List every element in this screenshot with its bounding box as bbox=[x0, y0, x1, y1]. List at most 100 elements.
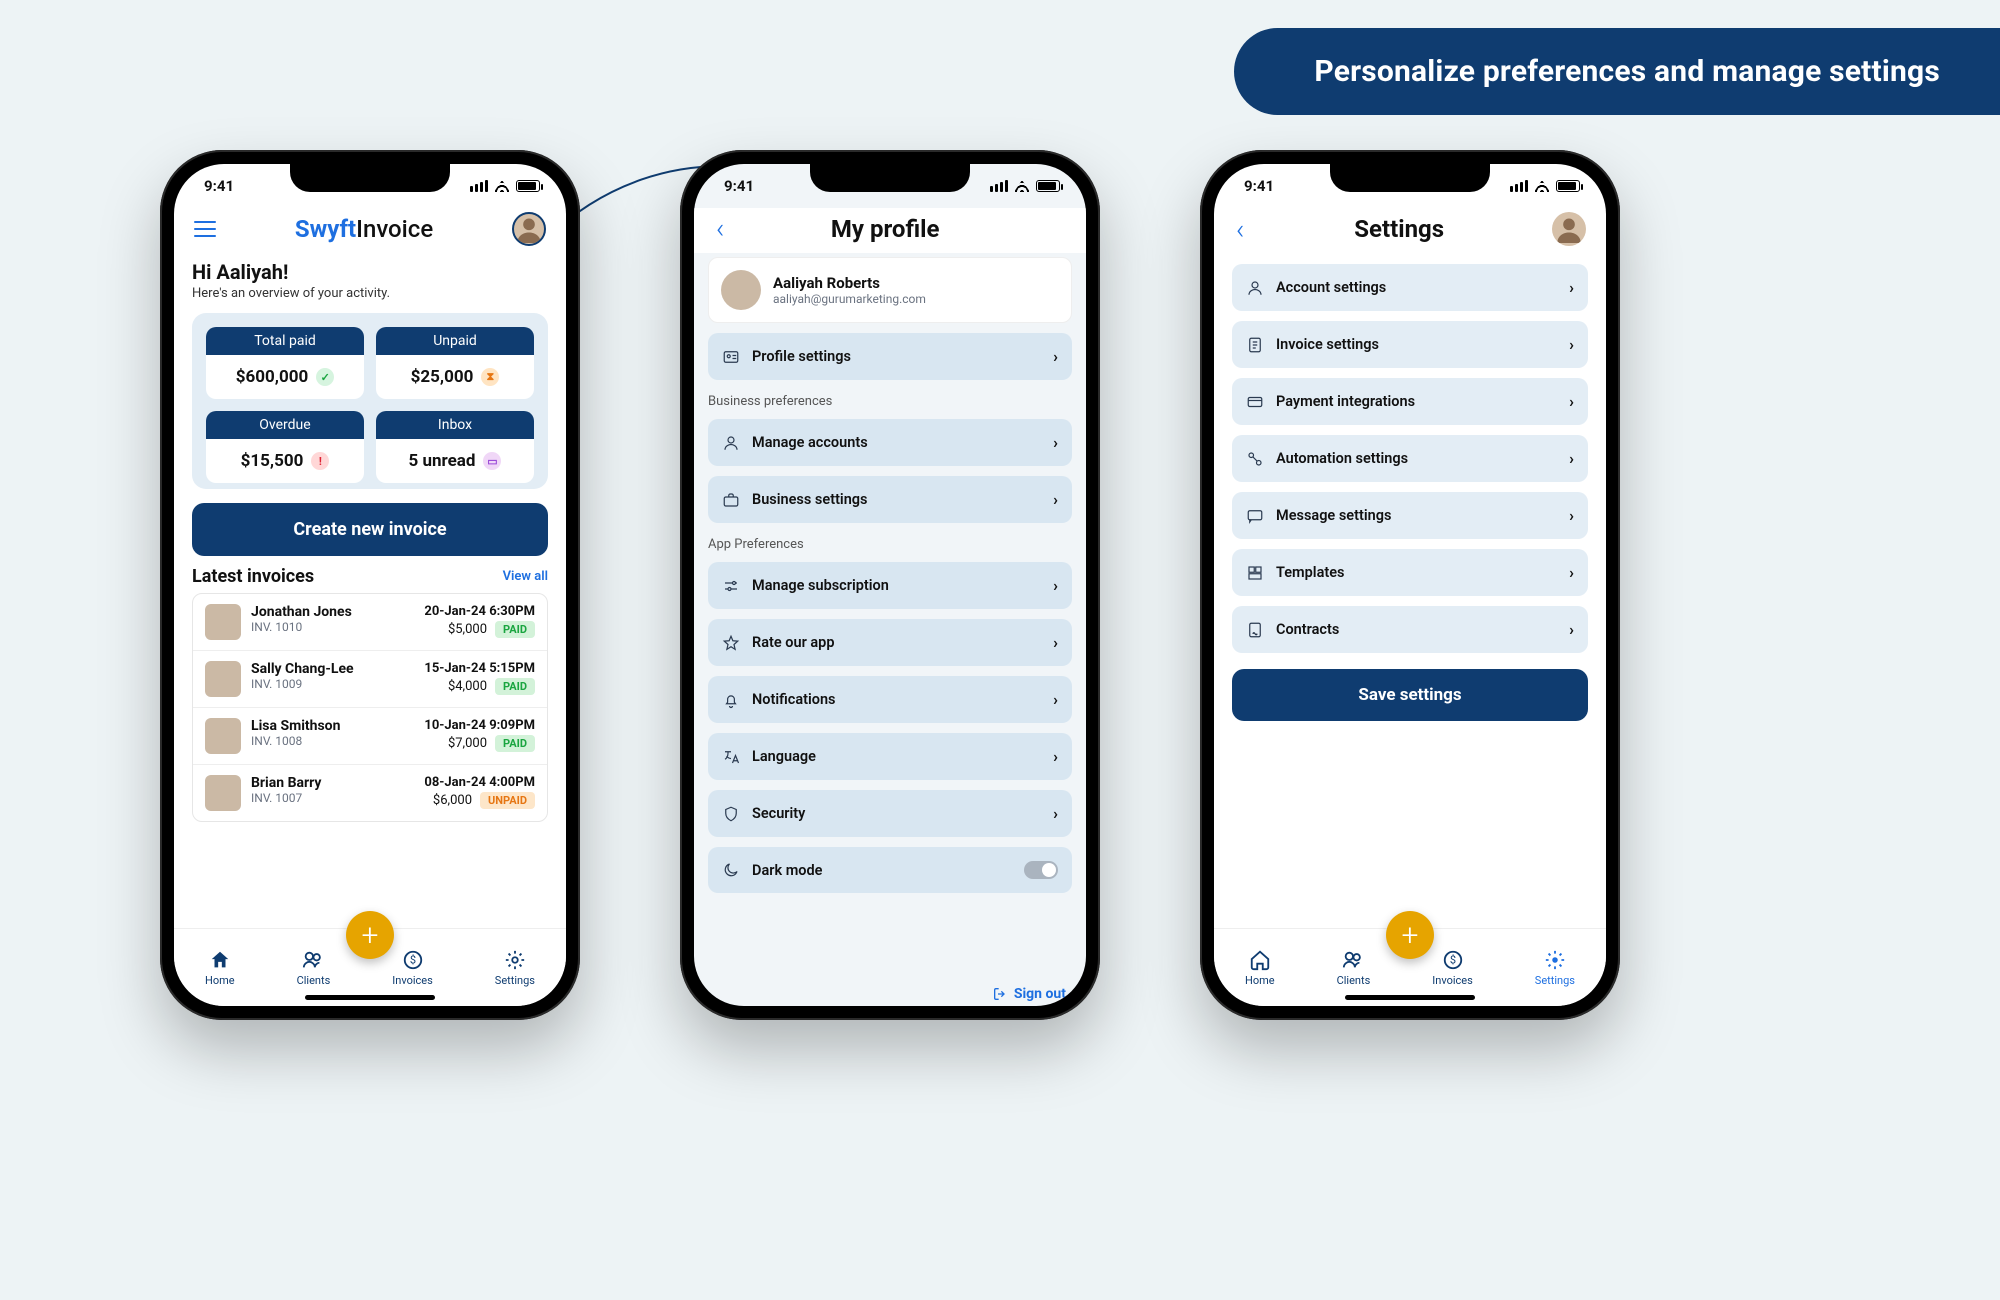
card-total-paid[interactable]: Total paid $600,000✓ bbox=[206, 327, 364, 399]
tab-home[interactable]: Home bbox=[1245, 949, 1275, 987]
row-rate-app[interactable]: Rate our app› bbox=[708, 619, 1072, 666]
gear-icon bbox=[1543, 949, 1567, 971]
templates-icon bbox=[1246, 564, 1264, 582]
greeting-subtitle: Here's an overview of your activity. bbox=[192, 286, 548, 301]
save-settings-button[interactable]: Save settings bbox=[1232, 669, 1588, 721]
back-button[interactable]: ‹ bbox=[714, 212, 726, 245]
row-security[interactable]: Security› bbox=[708, 790, 1072, 837]
sign-out-button[interactable]: Sign out bbox=[992, 986, 1066, 1002]
chevron-right-icon: › bbox=[1053, 576, 1058, 595]
contracts-icon bbox=[1246, 621, 1264, 639]
user-avatar bbox=[721, 270, 761, 310]
profile-card[interactable]: Aaliyah Roberts aaliyah@gurumarketing.co… bbox=[708, 257, 1072, 323]
create-invoice-button[interactable]: Create new invoice bbox=[192, 503, 548, 556]
chevron-right-icon: › bbox=[1053, 347, 1058, 366]
row-profile-settings[interactable]: Profile settings › bbox=[708, 333, 1072, 380]
tab-settings[interactable]: Settings bbox=[495, 949, 535, 987]
svg-text:$: $ bbox=[409, 953, 415, 966]
invoice-row[interactable]: Lisa SmithsonINV. 1008 10-Jan-24 9:09PM$… bbox=[193, 708, 547, 765]
wifi-icon bbox=[494, 180, 510, 192]
chevron-right-icon: › bbox=[1569, 392, 1574, 411]
row-manage-accounts[interactable]: Manage accounts› bbox=[708, 419, 1072, 466]
id-card-icon bbox=[722, 348, 740, 366]
card-inbox[interactable]: Inbox 5 unread▭ bbox=[376, 411, 534, 483]
sliders-icon bbox=[722, 577, 740, 595]
chevron-right-icon: › bbox=[1053, 633, 1058, 652]
clients-icon bbox=[301, 949, 325, 971]
row-manage-subscription[interactable]: Manage subscription› bbox=[708, 562, 1072, 609]
row-business-settings[interactable]: Business settings› bbox=[708, 476, 1072, 523]
row-account-settings[interactable]: Account settings› bbox=[1232, 264, 1588, 311]
tab-settings[interactable]: Settings bbox=[1535, 949, 1575, 987]
section-business-preferences: Business preferences bbox=[708, 394, 1072, 409]
hourglass-icon: ⧗ bbox=[481, 368, 499, 386]
tab-clients[interactable]: Clients bbox=[297, 949, 331, 987]
notch bbox=[1330, 164, 1490, 192]
invoice-list: Jonathan JonesINV. 1010 20-Jan-24 6:30PM… bbox=[192, 593, 548, 822]
tab-home[interactable]: Home bbox=[205, 949, 235, 987]
row-contracts[interactable]: Contracts› bbox=[1232, 606, 1588, 653]
user-name: Aaliyah Roberts bbox=[773, 274, 926, 292]
client-avatar bbox=[205, 604, 241, 640]
row-notifications[interactable]: Notifications› bbox=[708, 676, 1072, 723]
row-invoice-settings[interactable]: Invoice settings› bbox=[1232, 321, 1588, 368]
row-dark-mode[interactable]: Dark mode bbox=[708, 847, 1072, 893]
fab-add-button[interactable]: + bbox=[1386, 911, 1434, 959]
status-badge: PAID bbox=[495, 735, 535, 752]
chevron-right-icon: › bbox=[1569, 563, 1574, 582]
tab-clients[interactable]: Clients bbox=[1337, 949, 1371, 987]
star-icon bbox=[722, 634, 740, 652]
chevron-right-icon: › bbox=[1569, 506, 1574, 525]
chevron-right-icon: › bbox=[1053, 433, 1058, 452]
app-logo: SwyftInvoice bbox=[295, 215, 433, 243]
signal-icon bbox=[1510, 180, 1528, 192]
gear-icon bbox=[503, 949, 527, 971]
row-automation-settings[interactable]: Automation settings› bbox=[1232, 435, 1588, 482]
battery-icon bbox=[1556, 180, 1580, 192]
row-message-settings[interactable]: Message settings› bbox=[1232, 492, 1588, 539]
profile-avatar-button[interactable] bbox=[1552, 212, 1586, 246]
invoice-row[interactable]: Jonathan JonesINV. 1010 20-Jan-24 6:30PM… bbox=[193, 594, 547, 651]
signal-icon bbox=[990, 180, 1008, 192]
fab-add-button[interactable]: + bbox=[346, 911, 394, 959]
card-overdue[interactable]: Overdue $15,500! bbox=[206, 411, 364, 483]
profile-avatar-button[interactable] bbox=[512, 212, 546, 246]
chevron-right-icon: › bbox=[1569, 620, 1574, 639]
view-all-link[interactable]: View all bbox=[503, 569, 548, 584]
latest-invoices-title: Latest invoices bbox=[192, 566, 314, 587]
card-unpaid[interactable]: Unpaid $25,000⧗ bbox=[376, 327, 534, 399]
greeting-title: Hi Aaliyah! bbox=[192, 260, 548, 284]
card-icon bbox=[1246, 393, 1264, 411]
row-language[interactable]: Language› bbox=[708, 733, 1072, 780]
wifi-icon bbox=[1534, 180, 1550, 192]
tab-bar: Home Clients + $Invoices Settings bbox=[1214, 928, 1606, 1006]
phone-profile: 9:41 ‹ My profile Aa bbox=[680, 150, 1100, 1020]
tab-invoices[interactable]: $Invoices bbox=[392, 949, 433, 987]
status-time: 9:41 bbox=[1244, 177, 1274, 195]
battery-icon bbox=[516, 180, 540, 192]
sign-out-icon bbox=[992, 986, 1008, 1002]
invoice-row[interactable]: Brian BarryINV. 1007 08-Jan-24 4:00PM$6,… bbox=[193, 765, 547, 821]
status-time: 9:41 bbox=[204, 177, 234, 195]
client-avatar bbox=[205, 775, 241, 811]
shield-icon bbox=[722, 805, 740, 823]
chevron-right-icon: › bbox=[1053, 804, 1058, 823]
chevron-right-icon: › bbox=[1569, 449, 1574, 468]
row-payment-integrations[interactable]: Payment integrations› bbox=[1232, 378, 1588, 425]
tab-bar: Home Clients + $Invoices Settings bbox=[174, 928, 566, 1006]
invoices-icon: $ bbox=[401, 949, 425, 971]
check-icon: ✓ bbox=[316, 368, 334, 386]
menu-button[interactable] bbox=[194, 221, 216, 237]
invoice-row[interactable]: Sally Chang-LeeINV. 1009 15-Jan-24 5:15P… bbox=[193, 651, 547, 708]
tab-invoices[interactable]: $Invoices bbox=[1432, 949, 1473, 987]
row-templates[interactable]: Templates› bbox=[1232, 549, 1588, 596]
client-avatar bbox=[205, 718, 241, 754]
dark-mode-toggle[interactable] bbox=[1024, 861, 1058, 879]
home-indicator bbox=[1345, 995, 1475, 1000]
document-icon bbox=[1246, 336, 1264, 354]
moon-icon bbox=[722, 861, 740, 879]
signal-icon bbox=[470, 180, 488, 192]
wifi-icon bbox=[1014, 180, 1030, 192]
back-button[interactable]: ‹ bbox=[1234, 213, 1246, 246]
page-title: Settings bbox=[1354, 215, 1444, 243]
